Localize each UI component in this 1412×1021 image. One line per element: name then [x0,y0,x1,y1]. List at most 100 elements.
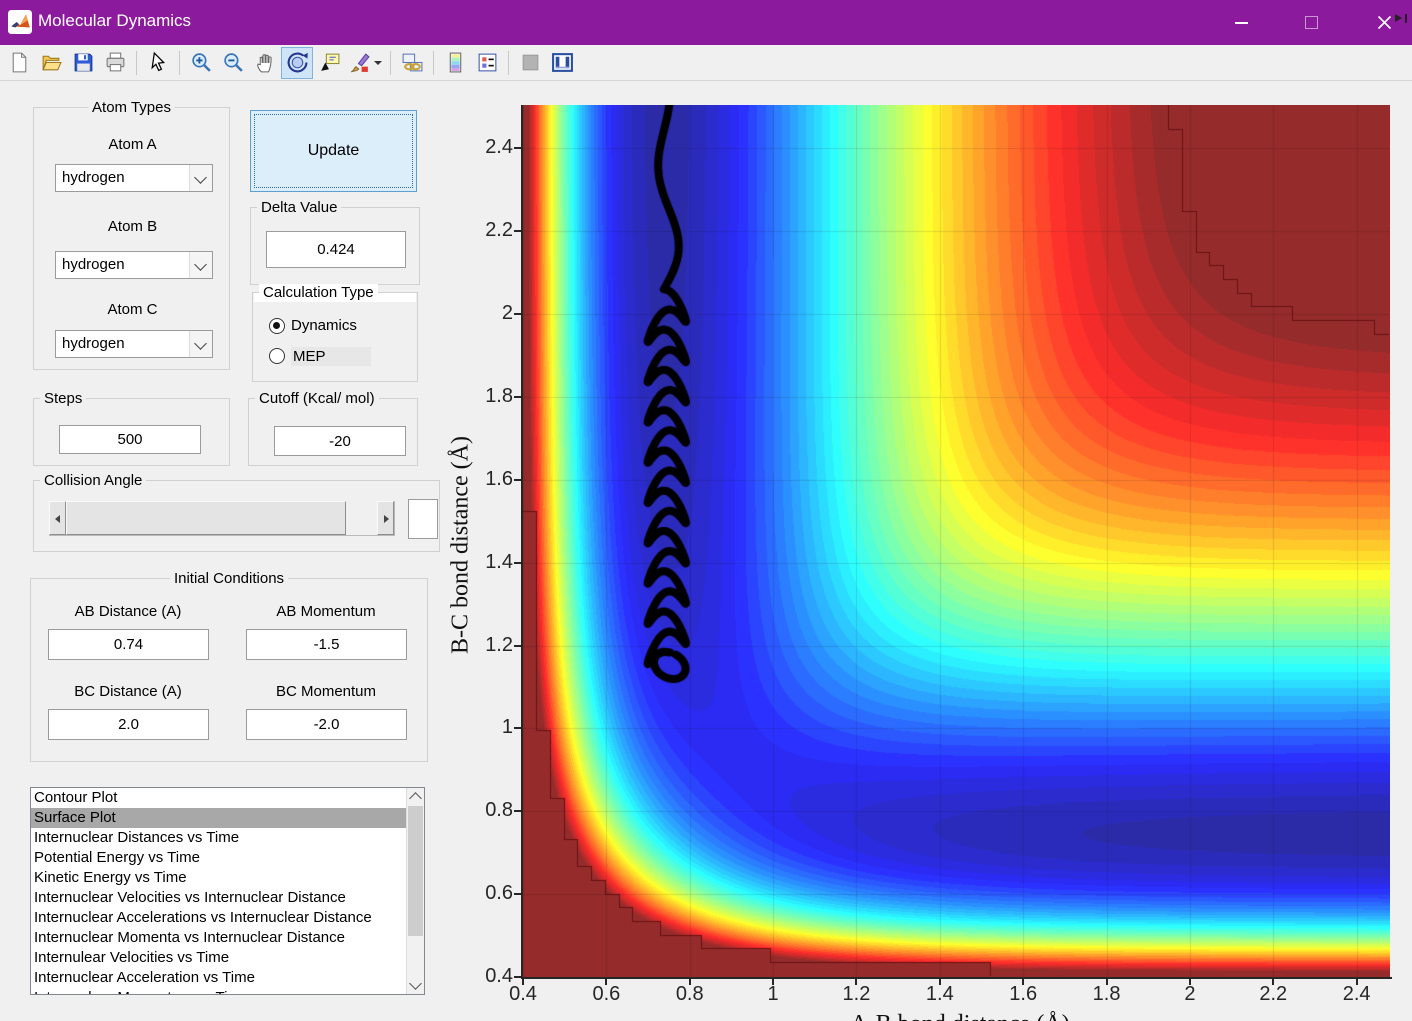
atom-label: Atom B [34,218,231,235]
list-item[interactable]: Internuclear Momenta vs Internuclear Dis… [31,928,424,948]
y-tick-mark [514,230,521,232]
zoom-in-icon[interactable] [185,47,217,79]
atom-select-atom-b[interactable]: hydrogen [55,251,213,279]
slider-left-arrow-button[interactable] [49,501,66,535]
chevron-down-icon [194,258,207,271]
toolbar-separator [136,51,137,75]
y-tick-label: 0.8 [443,799,513,822]
ic-field-bc-distance-a-[interactable]: 2.0 [48,709,209,740]
radio-dynamics[interactable] [269,318,285,334]
collision-angle-slider[interactable] [49,501,395,536]
x-tick-mark [689,979,691,985]
y-tick-label: 1.8 [443,385,513,408]
x-tick-mark [1272,979,1274,985]
atom-select-atom-c[interactable]: hydrogen [55,330,213,358]
combo-value: hydrogen [62,256,125,273]
list-item[interactable]: Surface Plot [31,808,424,828]
hide-plot-tools-icon[interactable] [514,47,546,79]
combo-value: hydrogen [62,169,125,186]
print-figure-icon[interactable] [99,47,131,79]
list-item[interactable]: Kinetic Energy vs Time [31,868,424,888]
window-title: Molecular Dynamics [38,11,191,31]
radio-label-mep[interactable]: MEP [291,347,371,366]
save-figure-icon[interactable] [67,47,99,79]
matlab-logo-icon [8,10,32,34]
combo-dropdown-button[interactable] [189,331,212,357]
ic-field-bc-momentum[interactable]: -2.0 [246,709,407,740]
brush-icon[interactable] [345,47,385,79]
scroll-down-icon[interactable] [409,977,422,990]
listbox-scrollbar[interactable] [406,788,424,994]
list-item[interactable]: Internuclear Momentum vs Time [31,988,424,995]
radio-mep[interactable] [269,348,285,364]
chevron-down-icon [194,337,207,350]
y-tick-mark [514,645,521,647]
combo-dropdown-button[interactable] [189,165,212,191]
x-tick-mark [1189,979,1191,985]
radio-label-dynamics[interactable]: Dynamics [291,317,357,334]
dropdown-caret-icon[interactable] [374,61,382,65]
atom-select-atom-a[interactable]: hydrogen [55,164,213,192]
x-tick-mark [855,979,857,985]
insert-colorbar-icon[interactable] [439,47,471,79]
figure-window: Molecular Dynamics Atom Types Atom A hydr… [0,0,1412,1021]
ic-field-ab-momentum[interactable]: -1.5 [246,629,407,660]
y-tick-mark [514,893,521,895]
new-document-icon[interactable] [3,47,35,79]
y-tick-label: 1 [443,716,513,739]
data-cursor-icon[interactable] [313,47,345,79]
y-tick-label: 2 [443,302,513,325]
ic-label: AB Momentum [236,603,416,620]
toolbar-separator [390,51,391,75]
update-button[interactable]: Update [250,110,417,192]
scroll-up-icon[interactable] [409,792,422,805]
toolbar-overflow-icon[interactable] [1395,14,1407,23]
link-plots-icon[interactable] [396,47,428,79]
x-tick-label: 1.4 [926,983,954,1006]
titlebar[interactable]: Molecular Dynamics [0,0,1412,45]
initial-conditions-panel: Initial Conditions AB Distance (A)0.74AB… [30,578,428,762]
combo-dropdown-button[interactable] [189,252,212,278]
list-item[interactable]: Internuclear Distances vs Time [31,828,424,848]
combo-value: hydrogen [62,335,125,352]
pan-icon[interactable] [249,47,281,79]
zoom-out-icon[interactable] [217,47,249,79]
ic-field-ab-distance-a-[interactable]: 0.74 [48,629,209,660]
cutoff-panel: Cutoff (Kcal/ mol) -20 [248,398,418,466]
y-tick-mark [514,313,521,315]
open-file-icon[interactable] [35,47,67,79]
plot-type-listbox[interactable]: Contour PlotSurface PlotInternuclear Dis… [30,787,425,995]
delta-value-field[interactable]: 0.424 [266,231,406,268]
list-item[interactable]: Internuclear Accelerations vs Internucle… [31,908,424,928]
cursor-icon[interactable] [142,47,174,79]
list-item[interactable]: Internuclear Acceleration vs Time [31,968,424,988]
y-tick-label: 0.6 [443,882,513,905]
cutoff-field[interactable]: -20 [274,426,406,456]
y-tick-mark [514,976,521,978]
y-tick-mark [514,727,521,729]
x-tick-label: 2.2 [1259,983,1287,1006]
slider-track[interactable] [346,501,377,535]
slider-right-arrow-button[interactable] [377,501,394,535]
rotate-3d-icon[interactable] [281,47,313,79]
list-item[interactable]: Potential Energy vs Time [31,848,424,868]
minimize-button[interactable] [1218,0,1264,45]
scrollbar-thumb[interactable] [408,806,423,936]
collision-angle-title: Collision Angle [40,472,146,489]
show-plot-tools-icon[interactable] [546,47,578,79]
y-tick-label: 0.4 [443,965,513,988]
slider-thumb[interactable] [66,501,346,535]
maximize-button[interactable] [1288,0,1334,45]
list-item[interactable]: Internulear Velocities vs Time [31,948,424,968]
list-item[interactable]: Internuclear Velocities vs Internuclear … [31,888,424,908]
x-tick-mark [1356,979,1358,985]
atom-types-title: Atom Types [88,99,175,116]
insert-legend-icon[interactable] [471,47,503,79]
collision-angle-field[interactable] [408,499,438,539]
list-item[interactable]: Contour Plot [31,788,424,808]
close-icon [1377,15,1392,30]
potential-energy-surface-plot[interactable] [523,105,1390,977]
atom-label: Atom A [34,136,231,153]
toolbar-separator [433,51,434,75]
steps-field[interactable]: 500 [59,425,201,454]
